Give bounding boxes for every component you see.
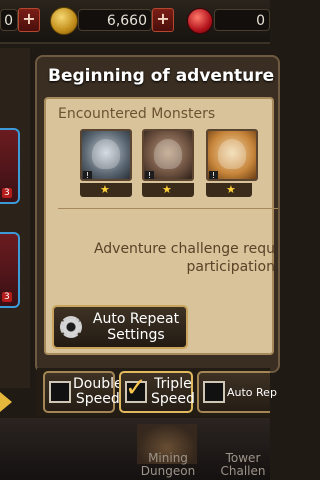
energy-value: 0 <box>4 13 13 29</box>
challenge-line-1: Adventure challenge requ <box>93 241 275 257</box>
monster-portrait <box>154 139 182 169</box>
arrow-left-icon[interactable] <box>0 392 12 412</box>
triple-speed-line-1: Triple <box>154 376 192 392</box>
mining-dungeon-button[interactable]: Mining Dungeon <box>138 452 198 478</box>
double-speed-label: Double Speed <box>73 377 123 407</box>
auto-repeat-line-2: Settings <box>107 327 165 343</box>
gold-coin-icon <box>50 7 78 35</box>
ruby-gem-icon <box>187 8 213 34</box>
mining-line-2: Dungeon <box>140 464 196 478</box>
party-card-level: 3 <box>2 292 12 302</box>
section-divider <box>58 208 278 209</box>
auto-repeat-checkbox[interactable] <box>203 381 225 403</box>
gold-value: 6,660 <box>106 13 147 29</box>
party-card-1[interactable]: 3 <box>0 128 20 204</box>
gem-value: 0 <box>256 13 265 29</box>
encountered-monsters-label: Encountered Monsters <box>58 106 216 122</box>
info-badge: ! <box>145 171 154 179</box>
monster-rank: ★ <box>206 183 252 197</box>
monster-portrait <box>92 139 120 169</box>
double-speed-checkbox[interactable] <box>49 381 71 403</box>
auto-repeat-settings-button[interactable]: Auto Repeat Settings <box>52 305 188 349</box>
triple-speed-toggle[interactable]: ✓ Triple Speed <box>119 371 195 413</box>
add-energy-button[interactable]: + <box>18 8 40 32</box>
werewolf-icon[interactable]: ! <box>80 129 132 181</box>
double-speed-line-2: Speed <box>75 391 120 407</box>
triple-speed-label: Triple Speed <box>151 377 195 407</box>
wolf-beast-icon[interactable]: ! <box>142 129 194 181</box>
auto-repeat-label: Auto Repeat Settings <box>86 311 186 343</box>
tower-line-2: Challen <box>220 464 266 478</box>
info-badge: ! <box>83 171 92 179</box>
star-icon: ★ <box>100 183 110 196</box>
triple-speed-checkbox[interactable]: ✓ <box>125 375 147 403</box>
gold-counter: 6,660 <box>78 9 152 31</box>
checkmark-icon: ✓ <box>125 373 147 403</box>
star-icon: ★ <box>162 183 172 196</box>
left-party-panel <box>0 48 30 388</box>
auto-repeat-toggle[interactable]: Auto Rep <box>197 371 277 413</box>
triple-speed-line-2: Speed <box>151 391 195 407</box>
monster-portrait <box>218 139 246 169</box>
star-icon: ★ <box>226 183 236 196</box>
auto-repeat-toggle-label: Auto Rep <box>227 386 277 399</box>
dialog-title: Beginning of adventure <box>48 66 275 86</box>
monster-rank: ★ <box>80 183 132 197</box>
add-gold-button[interactable]: + <box>152 8 174 32</box>
monster-rank: ★ <box>142 183 194 197</box>
energy-counter: 0 <box>0 9 18 31</box>
pirate-cat-icon[interactable]: ! <box>206 129 258 181</box>
auto-repeat-line-1: Auto Repeat <box>92 311 180 327</box>
party-card-2[interactable]: 3 <box>0 232 20 308</box>
double-speed-line-1: Double <box>73 376 123 392</box>
gear-icon <box>60 316 82 338</box>
challenge-requirement-text: Adventure challenge requ participation <box>60 240 275 276</box>
double-speed-toggle[interactable]: Double Speed <box>43 371 123 413</box>
gem-counter: 0 <box>214 9 270 31</box>
party-card-level: 3 <box>2 188 12 198</box>
challenge-line-2: participation <box>186 259 275 275</box>
tower-challenge-button[interactable]: Tower Challen <box>216 452 270 478</box>
info-badge: ! <box>209 171 218 179</box>
